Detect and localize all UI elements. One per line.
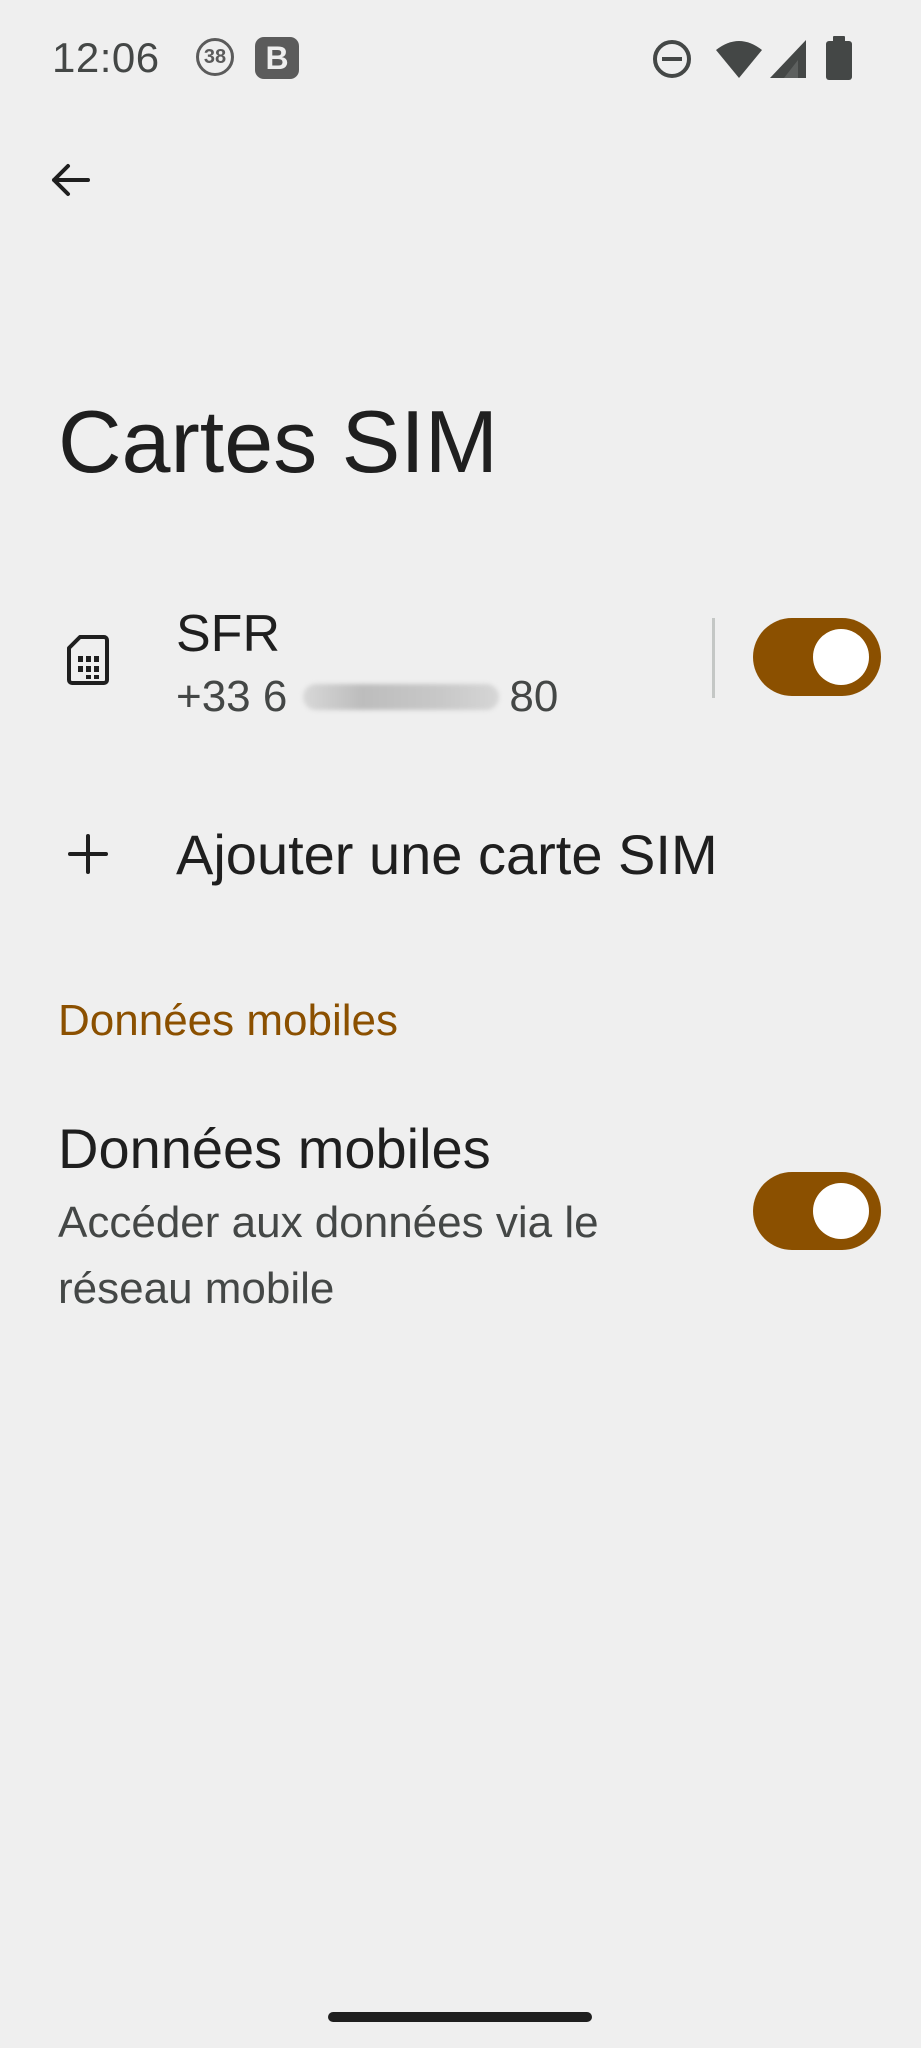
vertical-divider (712, 618, 715, 698)
toggle-knob (813, 629, 869, 685)
signal-icon (770, 40, 806, 78)
back-button[interactable] (40, 150, 100, 210)
notification-count-icon: 38 (196, 38, 234, 76)
add-sim-row[interactable]: Ajouter une carte SIM (0, 800, 921, 910)
sim-enable-toggle[interactable] (753, 618, 881, 696)
mobile-data-row[interactable]: Données mobiles Accéder aux données via … (0, 1100, 921, 1330)
plus-icon (68, 834, 108, 874)
sim-card-row-sfr[interactable]: SFR +33 6 80 (0, 578, 921, 738)
wifi-icon (716, 41, 762, 78)
section-header-mobile-data: Données mobiles (58, 996, 398, 1045)
phone-number-prefix: +33 6 (176, 672, 288, 721)
redacted-number-mask (303, 684, 500, 710)
status-time: 12:06 (52, 34, 160, 81)
gesture-navigation-handle[interactable] (328, 2012, 592, 2022)
dnd-icon (653, 40, 691, 78)
app-badge-icon: B (255, 37, 299, 79)
sim-card-icon (67, 635, 109, 685)
mobile-data-toggle[interactable] (753, 1172, 881, 1250)
battery-icon (826, 36, 852, 80)
sim-phone-number: +33 6 80 (176, 672, 558, 722)
arrow-back-icon (52, 164, 90, 196)
phone-number-suffix: 80 (509, 672, 559, 721)
toggle-knob (813, 1183, 869, 1239)
mobile-data-title: Données mobiles (58, 1117, 491, 1180)
add-sim-label: Ajouter une carte SIM (176, 823, 718, 886)
page-title: Cartes SIM (58, 392, 499, 491)
status-bar: 12:06 38 B (0, 0, 921, 116)
sim-carrier-name: SFR (176, 605, 280, 663)
mobile-data-summary: Accéder aux données via le réseau mobile (58, 1198, 599, 1313)
